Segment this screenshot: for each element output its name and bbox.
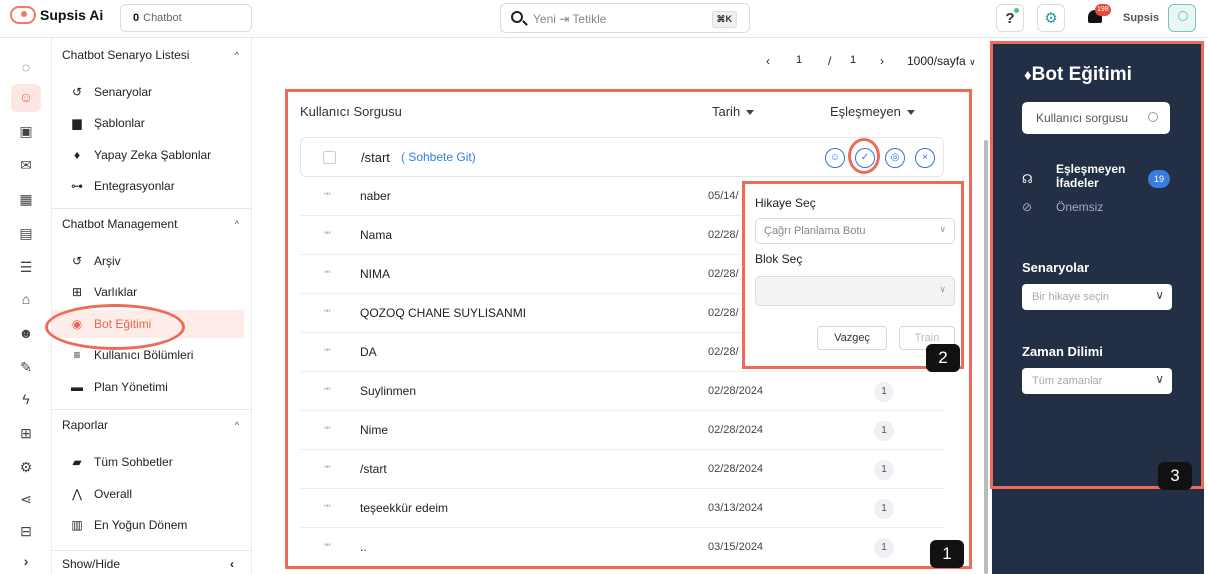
sidebar-item-label: Plan Yönetimi [94,380,168,394]
sidebar-item-integrations[interactable]: ⊶ Entegrasyonlar [52,172,244,200]
chevron-up-icon[interactable]: ^ [235,50,239,60]
chevron-down-icon: ∨ [969,57,976,67]
page-size-select[interactable]: 1000/sayfa ∨ [907,54,976,68]
search-placeholder: Yeni ⇥ Tetikle [533,12,607,26]
ai-bulb-icon: ♦ [73,148,81,162]
page-size-value: 1000/sayfa [907,54,966,68]
sidebar-item-overall[interactable]: ⋀ Overall [52,480,244,508]
help-button[interactable]: ? [996,4,1024,32]
settings-button[interactable]: ⚙ [1037,4,1065,32]
sidebar-item-entities[interactable]: ⊞ Varlıklar [52,278,244,306]
page-separator: / [828,54,832,68]
section-chatbot-management[interactable]: Chatbot Management [62,217,177,231]
sidebar-item-label: Kullanıcı Bölümleri [94,348,194,362]
search-shortcut: ⌘K [711,11,737,28]
section-scenario-list[interactable]: Chatbot Senaryo Listesi [62,48,189,62]
divider [52,409,252,410]
icon-rail: ◌ ☺ ▣ ✉ ▦ ▤ ☰ ⌂ ☻ ✎ ϟ ⊞ ⚙ ⋖ ⊟ › [0,38,52,574]
rail-inbox-icon[interactable]: ⌂ [17,290,35,308]
highlight-circle-check [848,138,880,174]
next-page-button[interactable]: › [880,54,884,68]
chevron-left-icon: ‹ [230,557,234,571]
show-hide-toggle[interactable]: Show/Hide ‹ [52,550,252,574]
rail-store-icon[interactable]: ⊟ [17,522,35,540]
sidebar-item-label: Arşiv [94,254,121,268]
rail-bot-icon[interactable]: ☺ [17,88,35,106]
plan-icon: ▬ [71,380,83,394]
history-icon: ↺ [71,85,83,99]
rail-calendar-icon[interactable]: ▦ [17,190,35,208]
chart-icon: ⋀ [72,487,82,501]
rail-apps-icon[interactable]: ⊞ [17,424,35,442]
global-search[interactable]: Yeni ⇥ Tetikle ⌘K [500,3,750,33]
rail-edit-icon[interactable]: ✎ [17,358,35,376]
chatbot-selector[interactable]: 0 Chatbot [120,4,252,32]
sidebar-item-scenarios[interactable]: ↺ Senaryolar [52,78,244,106]
chevron-up-icon[interactable]: ^ [235,219,239,229]
current-page[interactable]: 1 [796,54,802,66]
annotation-badge-1: 1 [930,540,964,568]
chevron-up-icon[interactable]: ^ [235,420,239,430]
rail-expand-icon[interactable]: › [17,552,35,570]
user-name: Supsis [1123,12,1160,24]
sidebar-item-label: Tüm Sohbetler [94,455,173,469]
key-icon: ⊶ [71,179,83,193]
avatar[interactable] [1168,4,1196,32]
sidebar-item-label: Şablonlar [94,116,145,130]
sidebar-item-archive[interactable]: ↺ Arşiv [52,247,244,275]
history-icon: ↺ [71,254,83,268]
prev-page-button[interactable]: ‹ [766,54,770,68]
sidebar-item-label: Entegrasyonlar [94,179,175,193]
grid-icon: ⊞ [71,285,83,299]
sidebar-item-label: Overall [94,487,133,501]
show-hide-label: Show/Hide [62,557,121,571]
total-pages: 1 [850,54,857,66]
sidebar-item-ai-templates[interactable]: ♦ Yapay Zeka Şablonlar [52,141,244,169]
annotation-badge-3: 3 [1158,462,1192,490]
help-icon: ? [1005,9,1015,27]
divider [52,208,252,209]
template-icon: ▆ [72,116,82,130]
rail-users-icon[interactable]: ☻ [17,324,35,342]
rail-contacts-icon[interactable]: ▣ [17,122,35,140]
section-reports[interactable]: Raporlar [62,418,108,432]
sidebar-item-label: Varlıklar [94,285,138,299]
list-icon: ≡ [73,348,81,362]
sidebar-item-label: En Yoğun Dönem [94,518,188,532]
sidebar-item-templates[interactable]: ▆ Şablonlar [52,109,244,137]
sidebar-item-peak-period[interactable]: ▥ En Yoğun Dönem [52,511,244,539]
bar-chart-icon: ▥ [71,518,83,532]
search-icon [511,11,523,23]
chatbot-count: 0 [133,12,140,24]
app-logo[interactable]: Supsis Ai [10,6,103,24]
sidebar-item-label: Yapay Zeka Şablonlar [94,148,212,162]
chat-icon: ▰ [72,455,82,469]
rail-bolt-icon[interactable]: ϟ [17,390,35,408]
rail-settings-icon[interactable]: ⚙ [17,458,35,476]
app-root: Supsis Ai 0 Chatbot Yeni ⇥ Tetikle ⌘K ? ⚙… [0,0,1208,574]
notifications-button[interactable]: 198 [1086,4,1111,25]
rail-mail-icon[interactable]: ✉ [17,156,35,174]
notification-badge: 198 [1095,4,1111,16]
rail-document-icon[interactable]: ▤ [17,224,35,242]
rail-chat-icon[interactable]: ◌ [17,58,35,76]
sidebar-item-all-chats[interactable]: ▰ Tüm Sohbetler [52,448,244,476]
chatbot-label: Chatbot [143,12,182,24]
main-scrollbar[interactable] [984,140,988,574]
rail-share-icon[interactable]: ⋖ [17,490,35,508]
highlight-circle-bot-training [45,304,185,350]
annotation-badge-2: 2 [926,344,960,372]
logo-icon [10,6,36,24]
sidebar-item-label: Senaryolar [94,85,153,99]
rail-ticket-icon[interactable]: ☰ [17,258,35,276]
highlight-box-3 [990,41,1204,489]
top-bar: Supsis Ai 0 Chatbot Yeni ⇥ Tetikle ⌘K ? ⚙… [0,0,1208,38]
app-name: Supsis Ai [40,7,104,23]
sidebar-item-plan-management[interactable]: ▬ Plan Yönetimi [52,373,244,401]
gear-icon: ⚙ [1044,10,1058,27]
